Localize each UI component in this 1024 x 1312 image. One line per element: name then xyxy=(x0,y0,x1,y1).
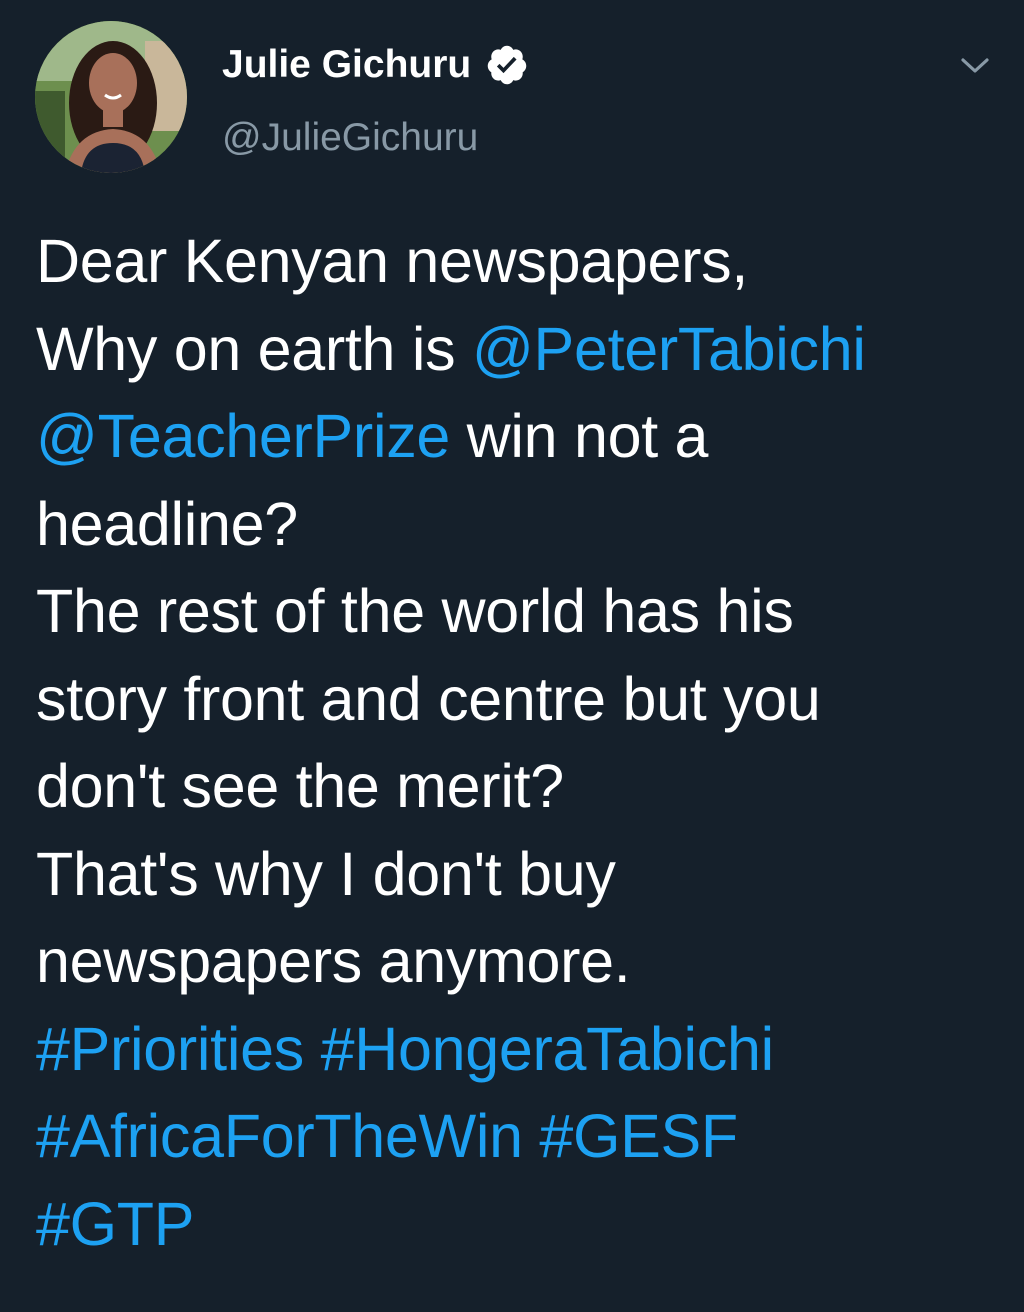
tweet-line: story front and centre but you xyxy=(36,664,821,733)
tweet-line: newspapers anymore. xyxy=(36,927,631,995)
hashtag-link[interactable]: #HongeraTabichi xyxy=(321,1015,775,1083)
tweet-line: Dear Kenyan newspapers, xyxy=(36,227,748,295)
tweet-line: headline? xyxy=(36,489,298,558)
user-handle[interactable]: @JulieGichuru xyxy=(222,113,478,163)
hashtag-link[interactable]: #Priorities xyxy=(36,1015,304,1083)
tweet-line: #AfricaForTheWin #GESF xyxy=(36,1093,996,1181)
tweet-text-segment: win not a xyxy=(450,402,709,470)
tweet-line: That's why I don't buy xyxy=(36,839,616,908)
chevron-down-icon[interactable] xyxy=(958,50,992,80)
tweet: Julie Gichuru @JulieGichuru Dear Kenyan … xyxy=(0,0,1024,1312)
hashtag-link[interactable]: #GESF xyxy=(539,1102,738,1170)
tweet-text: Dear Kenyan newspapers, Why on earth is … xyxy=(36,218,996,1268)
hashtag-link[interactable]: #AfricaForTheWin xyxy=(36,1102,523,1170)
avatar[interactable] xyxy=(35,21,187,173)
tweet-text-segment: Why on earth is xyxy=(36,314,472,383)
tweet-line: @TeacherPrize win not a xyxy=(36,393,996,481)
mention-link[interactable]: @TeacherPrize xyxy=(36,402,450,470)
hashtag-link[interactable]: #GTP xyxy=(36,1190,194,1258)
verified-badge-icon xyxy=(485,43,529,87)
display-name[interactable]: Julie Gichuru xyxy=(222,40,529,90)
tweet-line: #GTP xyxy=(36,1181,996,1269)
tweet-line: #Priorities #HongeraTabichi xyxy=(36,1006,996,1094)
tweet-line: don't see the merit? xyxy=(36,752,564,820)
tweet-line: The rest of the world has his xyxy=(36,577,794,645)
mention-link[interactable]: @PeterTabichi xyxy=(472,315,866,383)
avatar-image xyxy=(35,21,187,173)
tweet-line: Why on earth is @PeterTabichi xyxy=(36,306,996,394)
display-name-text: Julie Gichuru xyxy=(222,43,472,86)
